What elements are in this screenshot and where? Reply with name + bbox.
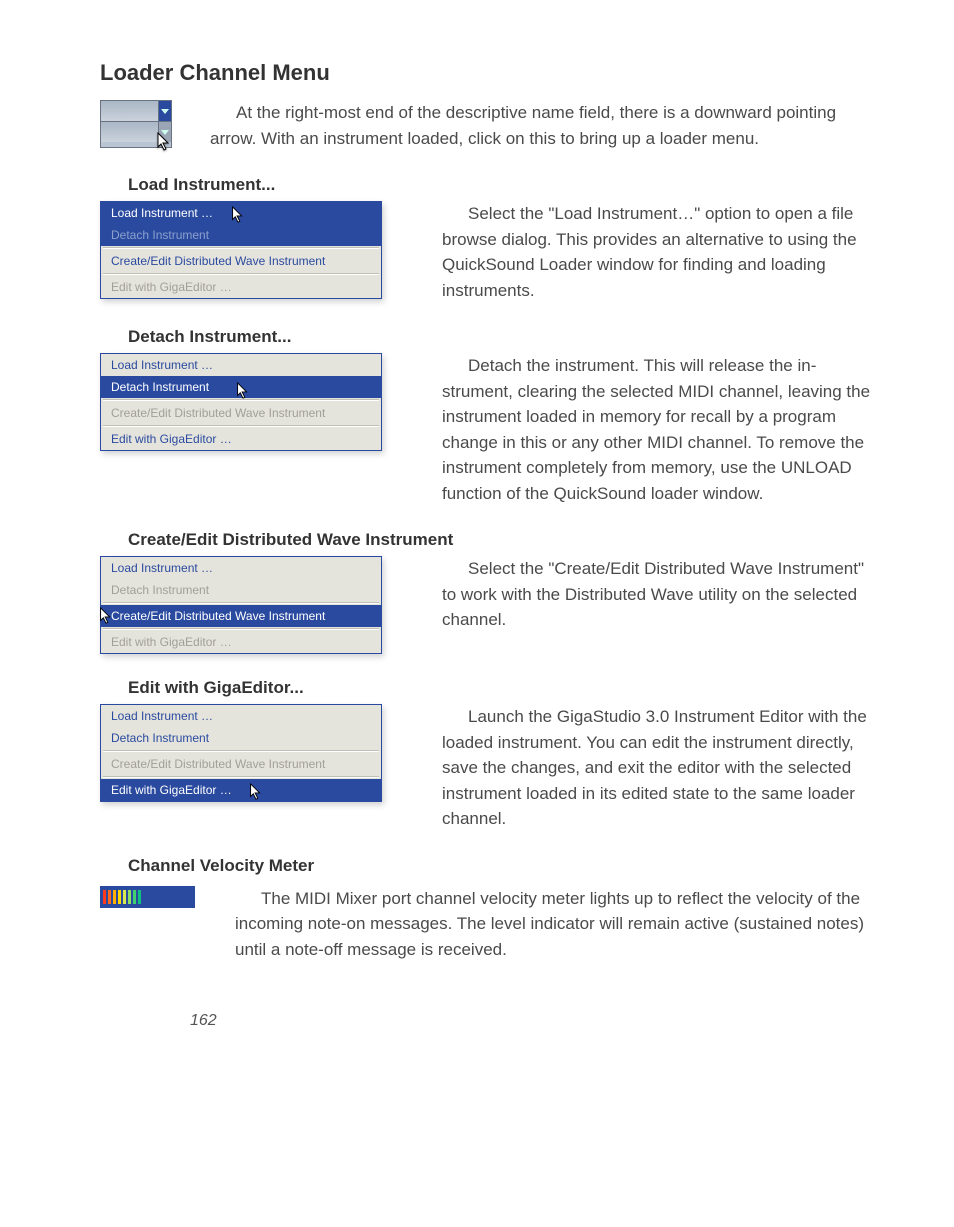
menu-item-detach-instrument[interactable]: Detach Instrument	[101, 579, 381, 601]
cursor-icon	[156, 132, 172, 152]
menu-item-load-instrument[interactable]: Load Instrument …	[101, 354, 381, 376]
heading-load-instrument: Load Instrument...	[128, 175, 874, 195]
heading-create-edit-dwi: Create/Edit Distributed Wave Instrument	[128, 530, 874, 550]
context-menu-load: Load Instrument … Detach Instrument Crea…	[100, 201, 382, 299]
menu-item-edit-gigaeditor[interactable]: Edit with GigaEditor …	[101, 276, 381, 298]
detach-instrument-text: Detach the instrument. This will release…	[442, 353, 874, 506]
menu-separator	[103, 247, 379, 249]
context-menu-createedit: Load Instrument … Detach Instrument Crea…	[100, 556, 382, 654]
menu-item-edit-gigaeditor[interactable]: Edit with GigaEditor …	[101, 631, 381, 653]
menu-separator	[103, 425, 379, 427]
page-number: 162	[190, 1012, 874, 1030]
menu-separator	[103, 628, 379, 630]
menu-item-load-instrument[interactable]: Load Instrument …	[101, 557, 381, 579]
velocity-meter-text: The MIDI Mixer port channel velocity met…	[235, 886, 874, 963]
cursor-icon	[99, 607, 113, 625]
menu-item-load-instrument[interactable]: Load Instrument …	[101, 705, 381, 727]
menu-item-create-edit-dwi[interactable]: Create/Edit Distributed Wave Instrument	[101, 402, 381, 424]
velocity-meter-illustration	[100, 886, 195, 908]
menu-item-edit-gigaeditor[interactable]: Edit with GigaEditor …	[101, 779, 381, 801]
heading-channel-velocity-meter: Channel Velocity Meter	[128, 856, 874, 876]
menu-item-edit-gigaeditor[interactable]: Edit with GigaEditor …	[101, 428, 381, 450]
menu-item-create-edit-dwi[interactable]: Create/Edit Distributed Wave Instrument	[101, 605, 381, 627]
menu-item-detach-instrument[interactable]: Detach Instrument	[101, 376, 381, 398]
create-edit-text: Select the "Create/Edit Distributed Wave…	[442, 556, 874, 633]
menu-item-create-edit-dwi[interactable]: Create/Edit Distributed Wave Instrument	[101, 753, 381, 775]
heading-edit-gigaeditor: Edit with GigaEditor...	[128, 678, 874, 698]
menu-separator	[103, 273, 379, 275]
menu-item-load-instrument[interactable]: Load Instrument …	[101, 202, 381, 224]
load-instrument-text: Select the "Load Instrument…" option to …	[442, 201, 874, 303]
cursor-icon	[249, 783, 263, 801]
menu-separator	[103, 602, 379, 604]
page-title: Loader Channel Menu	[100, 60, 874, 86]
menu-separator	[103, 776, 379, 778]
menu-separator	[103, 750, 379, 752]
menu-item-detach-instrument[interactable]: Detach Instrument	[101, 727, 381, 749]
loader-dropdown-illustration	[100, 100, 170, 150]
edit-gigaeditor-text: Launch the GigaStudio 3.0 Instrument Edi…	[442, 704, 874, 832]
cursor-icon	[231, 206, 245, 224]
intro-text: At the right-most end of the descriptive…	[210, 100, 874, 151]
heading-detach-instrument: Detach Instrument...	[128, 327, 874, 347]
menu-item-create-edit-dwi[interactable]: Create/Edit Distributed Wave Instrument	[101, 250, 381, 272]
context-menu-giga: Load Instrument … Detach Instrument Crea…	[100, 704, 382, 802]
cursor-icon	[236, 382, 250, 400]
menu-item-detach-instrument[interactable]: Detach Instrument	[101, 224, 381, 246]
context-menu-detach: Load Instrument … Detach Instrument Crea…	[100, 353, 382, 451]
